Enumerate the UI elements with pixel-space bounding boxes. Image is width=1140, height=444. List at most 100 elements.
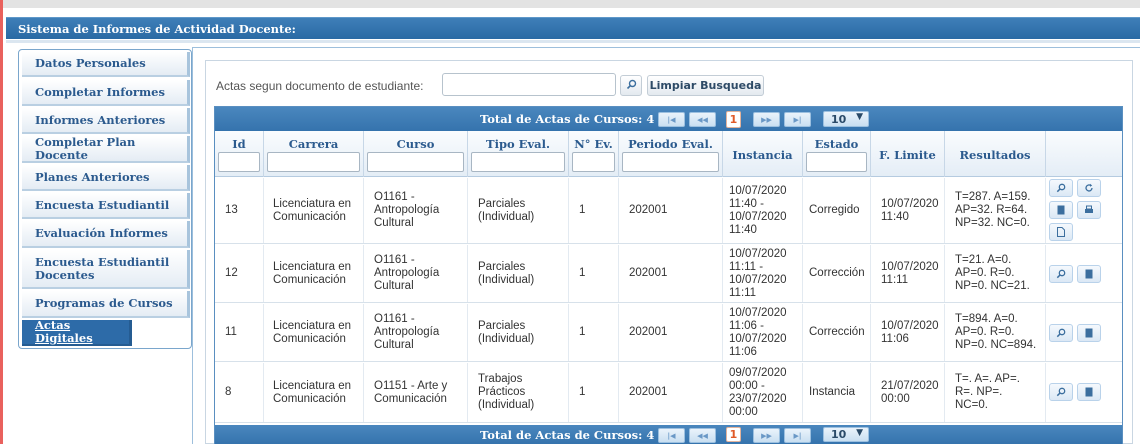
- column-f-limite: F. Limite: [871, 131, 945, 177]
- cell-f-limite: 21/07/2020 00:00: [871, 363, 945, 422]
- view-button[interactable]: [1049, 265, 1073, 283]
- table-title: Total de Actas de Cursos: 4: [480, 428, 655, 442]
- current-page[interactable]: 1: [726, 111, 741, 128]
- table-row: 13 Licenciatura en Comunicación O1161 - …: [215, 178, 1122, 244]
- cell-resultados: T=21. A=0. AP=0. R=0. NP=0. NC=21.: [945, 245, 1046, 302]
- filter-carrera-input[interactable]: [267, 152, 360, 172]
- column-n-ev: N° Ev.: [569, 131, 619, 177]
- sidebar-item-datos-personales[interactable]: Datos Personales: [22, 52, 190, 77]
- clear-search-button[interactable]: Limpiar Busqueda: [647, 75, 764, 96]
- search-icon: [1056, 387, 1066, 397]
- document-icon: [1085, 269, 1093, 279]
- table-title: Total de Actas de Cursos: 4: [480, 112, 655, 126]
- sidebar-item-informes-anteriores[interactable]: Informes Anteriores: [22, 108, 190, 134]
- cell-carrera: Licenciatura en Comunicación: [264, 363, 364, 422]
- refresh-button[interactable]: [1077, 179, 1101, 197]
- filter-tipo-input[interactable]: [471, 152, 565, 172]
- column-header: Periodo Eval.: [628, 137, 713, 151]
- last-page-button[interactable]: ▶|: [784, 112, 811, 127]
- prev-page-button[interactable]: ◀◀: [689, 428, 716, 443]
- document-button[interactable]: [1077, 324, 1101, 342]
- cell-estado: Instancia: [803, 363, 871, 422]
- filter-nev-input[interactable]: [572, 152, 615, 172]
- filter-periodo-input[interactable]: [622, 152, 719, 172]
- document-button[interactable]: [1077, 383, 1101, 401]
- sidebar-item-programas-de-cursos[interactable]: Programas de Cursos: [22, 291, 190, 318]
- column-header: F. Limite: [879, 148, 936, 162]
- table-bottom-bar: Total de Actas de Cursos: 4 |◀ ◀◀ 1 ▶▶ ▶…: [215, 425, 1122, 444]
- first-page-button[interactable]: |◀: [658, 428, 685, 443]
- cell-carrera: Licenciatura en Comunicación: [264, 245, 364, 302]
- cell-resultados: T=287. A=159. AP=32. R=64. NP=32. NC=0.: [945, 178, 1046, 243]
- sidebar-item-planes-anteriores[interactable]: Planes Anteriores: [22, 165, 190, 191]
- last-page-button[interactable]: ▶|: [784, 428, 811, 443]
- table-row: 8 Licenciatura en Comunicación O1151 - A…: [215, 363, 1122, 423]
- table-row: 12 Licenciatura en Comunicación O1161 - …: [215, 245, 1122, 303]
- refresh-icon: [1084, 183, 1094, 193]
- row-actions: [1049, 179, 1113, 241]
- filter-curso-input[interactable]: [367, 152, 464, 172]
- column-periodo: Periodo Eval.: [619, 131, 723, 177]
- document-button[interactable]: [1077, 265, 1101, 283]
- cell-curso: O1161 - Antropología Cultural: [364, 245, 468, 302]
- column-header: Carrera: [288, 137, 339, 151]
- cell-f-limite: 10/07/2020 11:11: [871, 245, 945, 302]
- cell-instancia: 09/07/2020 00:00 - 23/07/2020 00:00: [723, 363, 803, 422]
- filter-id-input[interactable]: [218, 152, 260, 172]
- column-actions: [1046, 131, 1122, 177]
- page: Sistema de Informes de Actividad Docente…: [0, 0, 1140, 444]
- sidebar-item-actas-digitales[interactable]: Actas Digitales: [22, 319, 132, 346]
- document-button[interactable]: [1049, 201, 1073, 219]
- cell-periodo: 202001: [619, 178, 723, 243]
- view-button[interactable]: [1049, 383, 1073, 401]
- column-header: Instancia: [732, 148, 793, 162]
- cell-periodo: 202001: [619, 304, 723, 361]
- cell-nev: 1: [569, 363, 619, 422]
- chevron-down-icon: ▼: [856, 112, 863, 122]
- cell-tipo: Parciales (Individual): [468, 304, 569, 361]
- column-carrera: Carrera: [264, 131, 364, 177]
- view-button[interactable]: [1049, 324, 1073, 342]
- next-page-button[interactable]: ▶▶: [753, 428, 780, 443]
- student-document-input[interactable]: [442, 73, 616, 96]
- table-row: 11 Licenciatura en Comunicación O1161 - …: [215, 304, 1122, 362]
- first-page-button[interactable]: |◀: [658, 112, 685, 127]
- search-button[interactable]: [620, 75, 642, 96]
- chevron-down-icon: ▼: [856, 428, 863, 438]
- sidebar-item-completar-informes[interactable]: Completar Informes: [22, 80, 190, 106]
- title-divider: [6, 40, 1140, 43]
- cell-nev: 1: [569, 178, 619, 243]
- cell-instancia: 10/07/2020 11:06 - 10/07/2020 11:06: [723, 304, 803, 361]
- file-button[interactable]: [1049, 223, 1073, 241]
- sidebar-item-completar-plan-docente[interactable]: Completar Plan Docente: [22, 135, 190, 163]
- cell-id: 11: [215, 304, 264, 361]
- next-page-button[interactable]: ▶▶: [753, 112, 780, 127]
- app-title: Sistema de Informes de Actividad Docente…: [6, 17, 1140, 39]
- search-label: Actas segun documento de estudiante:: [216, 79, 424, 93]
- cell-nev: 1: [569, 304, 619, 361]
- prev-page-button[interactable]: ◀◀: [689, 112, 716, 127]
- page-size-select[interactable]: 10 ▼: [823, 111, 869, 127]
- document-icon: [1085, 387, 1093, 397]
- search-icon: [1056, 183, 1066, 193]
- cell-periodo: 202001: [619, 363, 723, 422]
- column-instancia: Instancia: [723, 131, 803, 177]
- sidebar-item-evaluacion-informes[interactable]: Evaluación Informes: [22, 221, 190, 248]
- current-page[interactable]: 1: [726, 427, 741, 442]
- filter-estado-input[interactable]: [806, 152, 867, 172]
- column-header: Estado: [814, 137, 859, 151]
- cell-id: 13: [215, 178, 264, 243]
- sidebar-item-encuesta-estudiantil[interactable]: Encuesta Estudiantil: [22, 193, 190, 219]
- print-button[interactable]: [1077, 201, 1101, 219]
- cell-curso: O1161 - Antropología Cultural: [364, 178, 468, 243]
- cell-instancia: 10/07/2020 11:40 - 10/07/2020 11:40: [723, 178, 803, 243]
- search-icon: [1056, 269, 1066, 279]
- sidebar-item-encuesta-estudiantil-docentes[interactable]: Encuesta Estudiantil Docentes: [22, 250, 190, 289]
- page-size-select[interactable]: 10 ▼: [823, 427, 869, 442]
- column-tipo-eval: Tipo Eval.: [468, 131, 569, 177]
- view-button[interactable]: [1049, 179, 1073, 197]
- top-strip: [3, 0, 1140, 8]
- row-actions: [1049, 383, 1113, 401]
- cell-tipo: Parciales (Individual): [468, 178, 569, 243]
- cell-nev: 1: [569, 245, 619, 302]
